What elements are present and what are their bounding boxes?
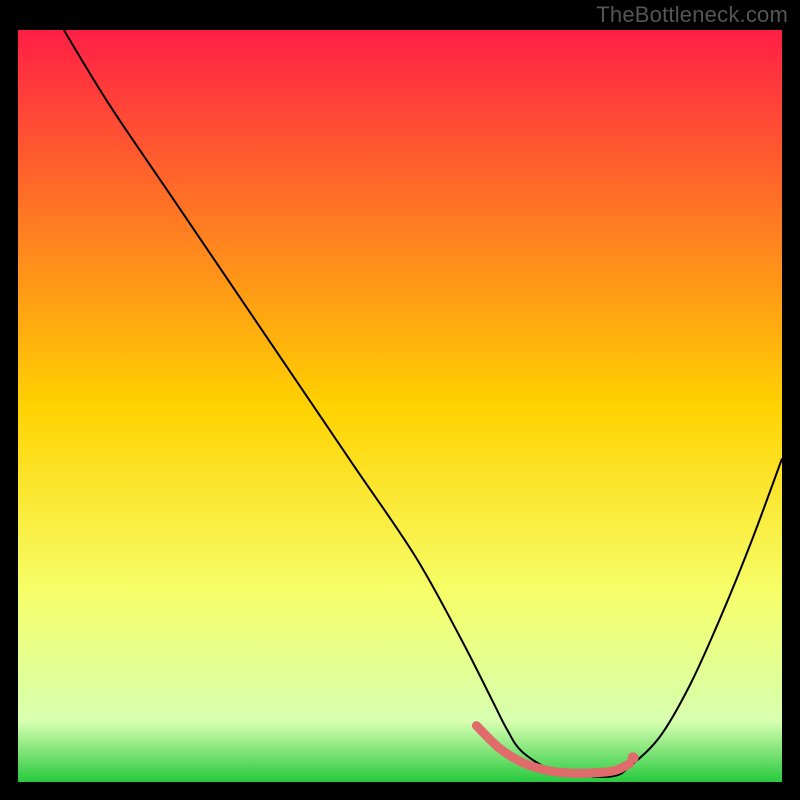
optimal-end-marker (628, 752, 639, 763)
bottleneck-chart (18, 30, 782, 782)
gradient-background (18, 30, 782, 782)
plot-area (18, 30, 782, 782)
watermark-text: TheBottleneck.com (596, 2, 788, 28)
chart-frame: TheBottleneck.com (0, 0, 800, 800)
